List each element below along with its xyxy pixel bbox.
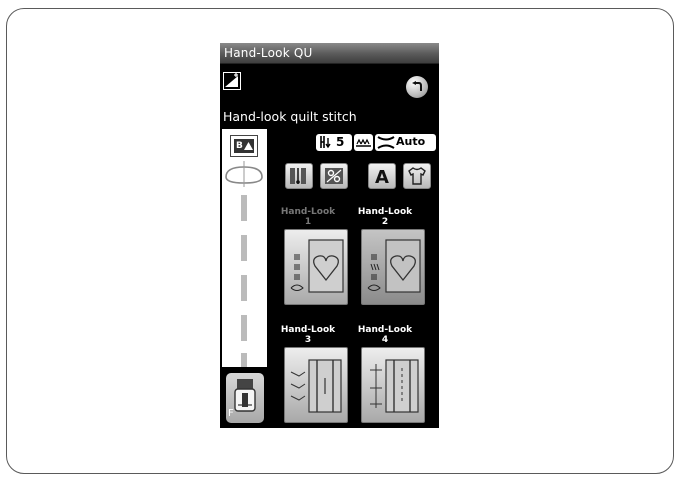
stitch-preview-icon	[225, 161, 263, 367]
auto-label: Auto	[396, 135, 426, 148]
lcd-screen: Hand-Look QU Hand-look quilt stitch B F …	[220, 43, 439, 428]
letter-a-icon: A	[375, 167, 389, 186]
pattern-button-2[interactable]	[361, 229, 425, 305]
pattern-1-name: Hand-Look	[280, 207, 336, 217]
pattern-2-number: 2	[381, 217, 389, 227]
pattern-4-label: Hand-Look 4	[349, 325, 421, 345]
memory-button[interactable]	[320, 163, 348, 189]
pattern-1-number: 1	[304, 217, 312, 227]
pattern-2-label: Hand-Look 2	[349, 207, 421, 227]
pattern-3-name: Hand-Look	[280, 325, 336, 335]
ba-label: B	[236, 141, 243, 151]
heart-quilt-2-icon	[367, 239, 421, 293]
pattern-3-label: Hand-Look 3	[272, 325, 344, 345]
mirror-ba-button[interactable]: B	[230, 135, 258, 157]
needle-position-icon	[290, 168, 306, 184]
pattern-2-name: Hand-Look	[357, 207, 413, 217]
pattern-1-label: Hand-Look 1	[272, 207, 344, 227]
pattern-3-number: 3	[304, 335, 312, 345]
screen-title: Hand-Look QU	[224, 46, 313, 60]
heart-quilt-1-icon	[290, 239, 344, 293]
needle-position-button[interactable]	[285, 163, 313, 189]
quilt-3-icon	[290, 359, 342, 413]
svg-text:A: A	[375, 167, 389, 186]
stitch-preview-panel: B	[222, 129, 267, 367]
density-adjust-icon	[225, 73, 238, 87]
foot-pressure-value: 5	[336, 135, 345, 149]
pattern-4-name: Hand-Look	[357, 325, 413, 335]
quilt-4-icon	[370, 359, 419, 413]
foot-pressure-icon	[320, 136, 331, 149]
feed-dog-badge	[354, 134, 373, 151]
triangle-icon	[244, 142, 253, 150]
shirt-icon	[408, 167, 426, 185]
ba-icon: B	[234, 139, 254, 153]
pattern-button-3[interactable]	[284, 347, 348, 423]
pattern-4-number: 4	[381, 335, 389, 345]
pattern-button-1[interactable]	[284, 229, 348, 305]
back-arrow-icon	[412, 81, 422, 91]
title-bar: Hand-Look QU	[220, 43, 439, 64]
stitch-name: Hand-look quilt stitch	[223, 109, 357, 124]
foot-label: F	[228, 408, 234, 419]
auto-thread-tension-badge: Auto	[375, 134, 436, 151]
tension-icon	[377, 136, 395, 149]
utility-button[interactable]	[403, 163, 431, 189]
back-button[interactable]	[406, 76, 428, 98]
memory-icon	[325, 168, 343, 184]
foot-pressure-badge: 5	[316, 134, 352, 151]
pattern-button-4[interactable]	[361, 347, 425, 423]
feed-dog-icon	[356, 138, 371, 147]
lettering-button[interactable]: A	[368, 163, 396, 189]
stitch-density-button[interactable]	[223, 72, 241, 90]
